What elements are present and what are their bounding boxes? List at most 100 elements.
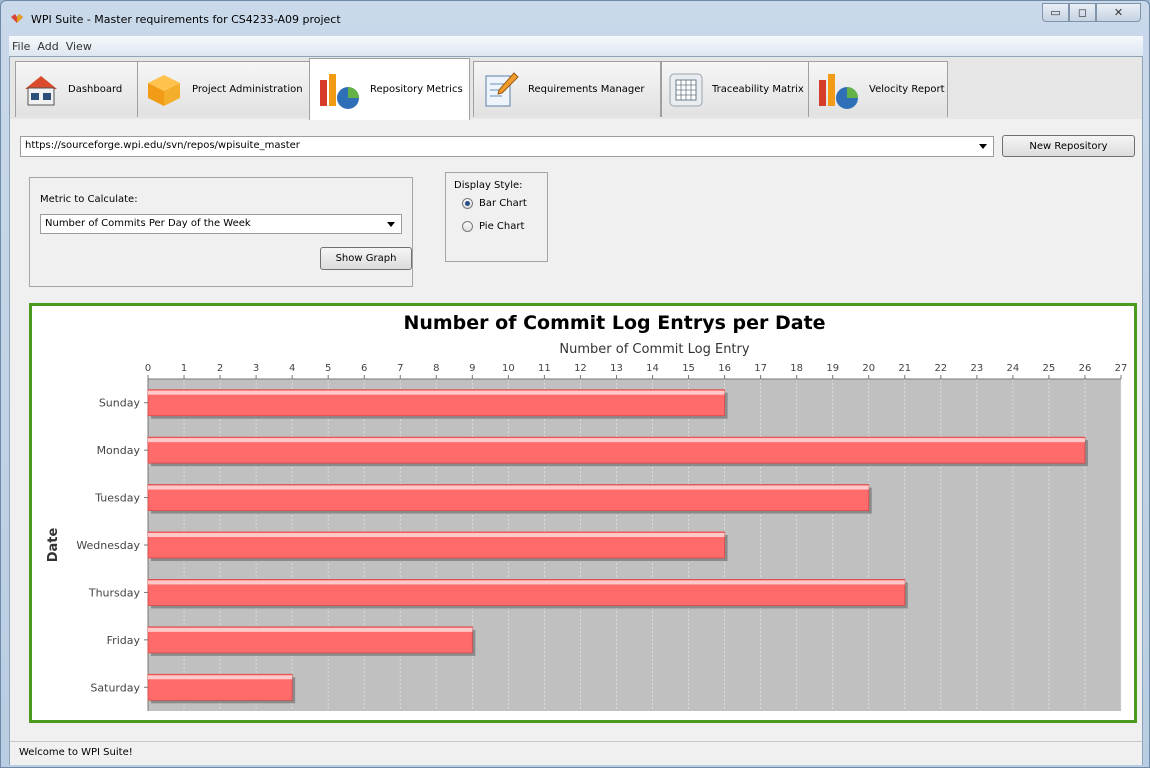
bar-highlight [148,675,293,680]
x-axis-label: Number of Commit Log Entry [559,342,749,357]
bar-highlight [148,485,869,490]
house-icon [25,75,57,105]
tab-label-traceability-matrix: Traceability Matrix [712,84,804,95]
velocity-chart-icon [819,73,858,109]
x-tick-label: 7 [397,363,403,374]
notepad-pencil-icon [485,71,519,106]
bar-highlight [148,438,1085,443]
metric-select[interactable]: Number of Commits Per Day of the Week [40,214,402,234]
x-tick-label: 0 [145,363,151,374]
x-tick-label: 25 [1043,363,1056,374]
tab-project-administration[interactable]: Project Administration [137,61,310,117]
x-tick-label: 23 [970,363,983,374]
y-tick-label: Friday [107,634,141,647]
y-tick-label: Thursday [88,586,141,599]
window-title: WPI Suite - Master requirements for CS42… [31,13,341,26]
maximize-icon[interactable]: ◻ [1069,3,1096,22]
tab-label-velocity-report: Velocity Report [869,84,945,95]
repository-url: https://sourceforge.wpi.edu/svn/repos/wp… [25,140,300,151]
bar-highlight [148,627,473,632]
minimize-icon[interactable]: ▭ [1042,3,1069,22]
y-tick-label: Tuesday [94,492,140,505]
metric-selected: Number of Commits Per Day of the Week [45,218,251,229]
x-tick-label: 1 [181,363,187,374]
x-tick-label: 13 [610,363,623,374]
x-tick-label: 20 [862,363,875,374]
x-tick-label: 12 [574,363,587,374]
display-style-group: Display Style: Bar Chart Pie Chart [445,172,548,262]
y-tick-label: Sunday [99,397,141,410]
x-tick-label: 19 [826,363,839,374]
x-tick-label: 24 [1007,363,1020,374]
x-tick-label: 5 [325,363,331,374]
new-repository-button[interactable]: New Repository [1002,135,1135,157]
x-tick-label: 15 [682,363,695,374]
tab-label-requirements-manager: Requirements Manager [528,84,645,95]
x-tick-label: 14 [646,363,659,374]
x-tick-label: 8 [433,363,439,374]
tab-label-dashboard: Dashboard [68,84,123,95]
radio-button[interactable] [462,221,473,232]
matrix-grid-icon [669,73,703,106]
chart-title: Number of Commit Log Entrys per Date [403,312,825,334]
tab-repository-metrics[interactable]: Repository Metrics [309,58,470,120]
x-tick-label: 9 [469,363,475,374]
chevron-down-icon[interactable] [979,144,987,149]
x-tick-label: 3 [253,363,259,374]
radio-bar-chart[interactable]: Bar Chart [462,198,527,209]
menu-bar: File Add View [9,36,1143,56]
tab-requirements-manager[interactable]: Requirements Manager [473,61,661,117]
chevron-down-icon[interactable] [387,222,395,227]
x-tick-label: 21 [898,363,911,374]
y-axis-label: Date [46,528,61,563]
y-tick-label: Saturday [90,681,140,694]
x-tick-label: 2 [217,363,223,374]
menu-view[interactable]: View [63,40,96,53]
x-tick-label: 17 [754,363,767,374]
display-style-label: Display Style: [454,180,523,191]
tab-dashboard[interactable]: Dashboard [15,61,138,117]
y-tick-label: Wednesday [76,539,140,552]
metric-label: Metric to Calculate: [40,194,138,205]
app-logo-icon [11,14,23,23]
tab-label-project-administration: Project Administration [192,84,303,95]
y-tick-label: Monday [97,444,141,457]
menu-add[interactable]: Add [34,40,62,53]
metrics-chart-icon [320,73,359,109]
box-icon [148,74,180,106]
metric-group: Metric to Calculate: Number of Commits P… [29,177,413,287]
bar-highlight [148,390,725,395]
window-controls: ▭ ◻ ✕ [1042,3,1141,22]
status-text: Welcome to WPI Suite! [19,747,133,758]
x-tick-label: 22 [934,363,947,374]
bar-highlight [148,580,905,585]
x-tick-label: 26 [1079,363,1092,374]
x-tick-label: 6 [361,363,367,374]
main-content: Dashboard Project Administration Reposit… [9,56,1143,765]
x-tick-label: 16 [718,363,731,374]
title-bar[interactable]: WPI Suite - Master requirements for CS42… [1,1,1149,35]
tab-label-repository-metrics: Repository Metrics [370,84,463,95]
x-tick-label: 10 [502,363,515,374]
bar-chart: Number of Commit Log Entrys per Date Numb… [46,312,1128,711]
repository-metrics-panel: https://sourceforge.wpi.edu/svn/repos/wp… [10,119,1142,764]
bar-highlight [148,533,725,537]
tab-velocity-report[interactable]: Velocity Report [808,61,948,117]
radio-pie-chart[interactable]: Pie Chart [462,221,524,232]
x-tick-label: 4 [289,363,295,374]
x-tick-label: 11 [538,363,551,374]
status-bar: Welcome to WPI Suite! [10,741,1142,765]
show-graph-button[interactable]: Show Graph [320,247,412,270]
chart-panel: Number of Commit Log Entrys per Date Numb… [29,303,1137,723]
app-window: WPI Suite - Master requirements for CS42… [0,0,1150,768]
close-icon[interactable]: ✕ [1096,3,1141,22]
radio-bar-chart-label: Bar Chart [479,198,527,209]
radio-pie-chart-label: Pie Chart [479,221,525,232]
radio-button-selected[interactable] [462,198,473,209]
x-tick-label: 18 [790,363,803,374]
tab-traceability-matrix[interactable]: Traceability Matrix [661,61,809,117]
menu-file[interactable]: File [9,40,34,53]
repository-url-combo[interactable]: https://sourceforge.wpi.edu/svn/repos/wp… [20,136,994,157]
tab-bar: Dashboard Project Administration Reposit… [10,57,1142,120]
x-tick-label: 27 [1115,363,1128,374]
